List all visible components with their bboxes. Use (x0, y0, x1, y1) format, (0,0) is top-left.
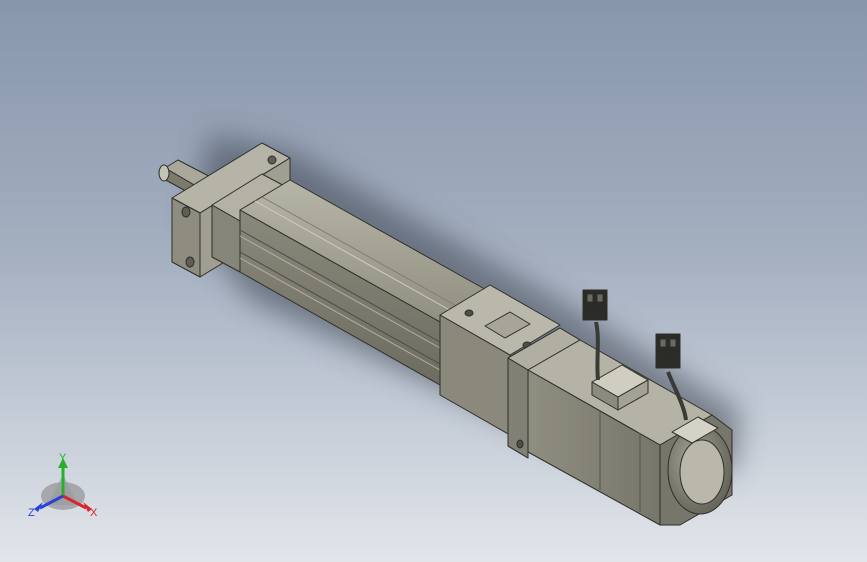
axis-triad[interactable]: Y X Z (28, 452, 98, 519)
z-axis-label: Z (28, 507, 35, 519)
y-axis-label: Y (59, 452, 67, 464)
model-canvas[interactable]: Y X Z (0, 0, 867, 562)
actuator-model[interactable] (158, 142, 733, 526)
encoder-cable (594, 321, 600, 381)
3d-model-viewport[interactable]: Y X Z (0, 0, 867, 562)
x-axis-label: X (90, 507, 98, 519)
power-connector (655, 333, 681, 369)
encoder-connector (582, 289, 608, 321)
